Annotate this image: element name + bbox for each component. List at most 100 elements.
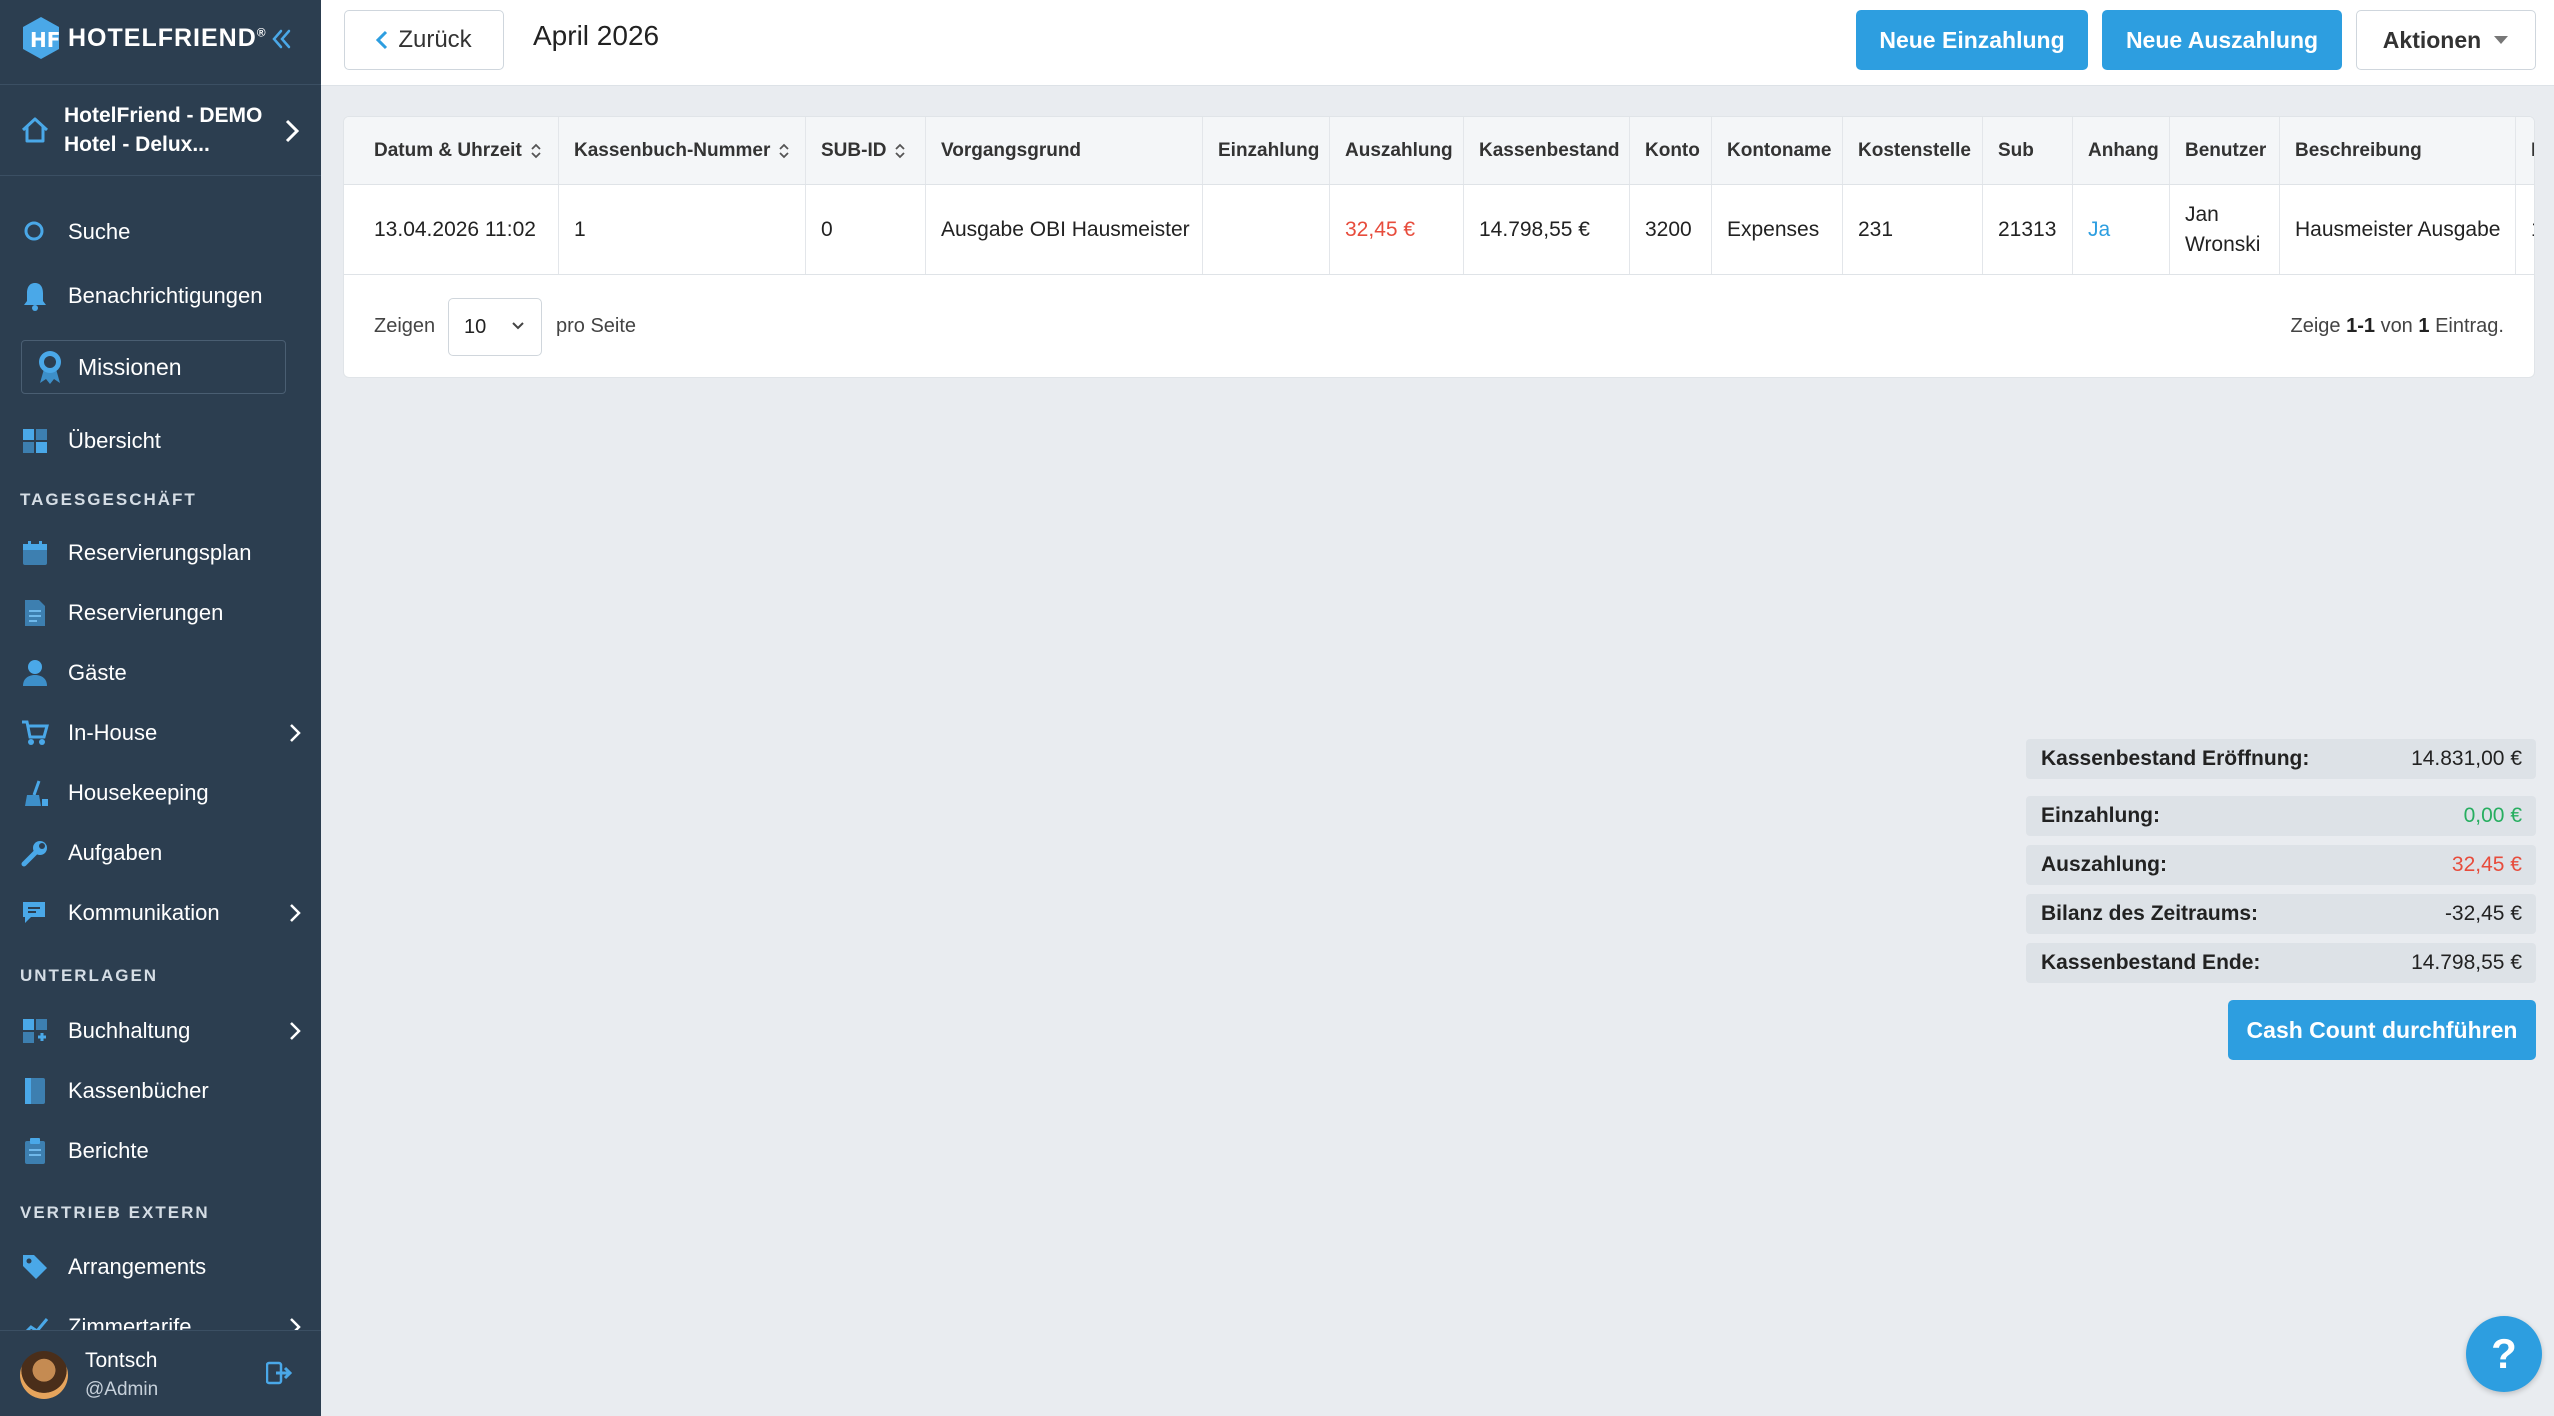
sidebar-item-label: Kommunikation [68,900,220,925]
sidebar-item-label: Reservierungen [68,600,224,625]
sidebar-item-tasks[interactable]: Aufgaben [0,828,321,878]
sidebar-item-search[interactable]: Suche [0,207,321,257]
pager-info-total: 1 [2418,315,2430,337]
sidebar-item-communication[interactable]: Kommunikation [0,888,321,938]
column-header-payout: Auszahlung [1330,117,1464,184]
document-icon [20,598,50,628]
cell-cashbook-number: 1 [559,185,806,274]
column-header-user: Benutzer [2170,117,2280,184]
wrench-icon [20,838,50,868]
sidebar-item-label: Suche [68,219,131,244]
back-label: Zurück [398,26,472,53]
book-icon [20,1076,50,1106]
hotel-icon [20,115,50,145]
page-size-select[interactable]: 10 [448,298,542,356]
cart-icon [20,718,50,748]
summary-label: Einzahlung: [2041,804,2160,827]
sidebar-item-reservations[interactable]: Reservierungen [0,588,321,638]
sidebar-item-label: Aufgaben [68,840,163,865]
actions-dropdown[interactable]: Aktionen [2356,10,2536,70]
sidebar-item-reservation-plan[interactable]: Reservierungsplan [0,528,321,578]
summary-period-balance: Bilanz des Zeitraums: -32,45 € [2026,894,2536,934]
pager-info-suffix: Eintrag. [2435,315,2504,337]
brand-name: HOTELFRIEND® [68,23,267,52]
cell-description: Hausmeister Ausgabe [2280,185,2516,274]
new-deposit-button[interactable]: Neue Einzahlung [1856,10,2088,70]
cell-user: Jan Wronski [2170,185,2280,274]
sidebar-item-housekeeping[interactable]: Housekeeping [0,768,321,818]
summary-opening-balance: Kassenbestand Eröffnung: 14.831,00 € [2026,739,2536,779]
summary-payout: Auszahlung: 32,45 € [2026,845,2536,885]
summary-value: 14.831,00 € [2411,747,2522,770]
sidebar-item-inhouse[interactable]: In-House [0,708,321,758]
sidebar-item-cashbooks[interactable]: Kassenbücher [0,1066,321,1116]
column-header-attachment: Anhang [2073,117,2170,184]
help-button[interactable]: ? [2466,1316,2542,1392]
missions-label: Missionen [78,353,182,380]
user-panel: Tontsch @Admin [0,1330,321,1416]
sidebar-item-notifications[interactable]: Benachrichtigungen [0,271,321,321]
collapse-sidebar-icon[interactable] [268,26,294,52]
sidebar-item-guests[interactable]: Gäste [0,648,321,698]
back-button[interactable]: Zurück [344,10,504,70]
sidebar-item-label: Reservierungsplan [68,540,252,565]
svg-text:HF: HF [30,28,60,52]
summary-value: 14.798,55 € [2411,951,2522,974]
cell-deposit [1203,185,1330,274]
column-header-reason: Vorgangsgrund [926,117,1203,184]
section-label-daily: TAGESGESCHÄFT [20,490,197,509]
chevron-right-icon [289,1021,301,1047]
missions-button[interactable]: Missionen [21,340,286,394]
sidebar-item-arrangements[interactable]: Arrangements [0,1242,321,1292]
column-header-cost-center: Kostenstelle [1843,117,1983,184]
sidebar-item-accounting[interactable]: Buchhaltung [0,1006,321,1056]
hotel-switcher[interactable]: HotelFriend - DEMO Hotel - Delux... [0,84,321,176]
column-header-deposit: Einzahlung [1203,117,1330,184]
sidebar-item-label: Gäste [68,660,127,685]
clipboard-icon [20,1136,50,1166]
column-header-datetime[interactable]: Datum & Uhrzeit [344,117,559,184]
pager-per-page-label: pro Seite [556,315,637,337]
column-header-cashbook-number[interactable]: Kassenbuch-Nummer [559,117,806,184]
cash-count-button[interactable]: Cash Count durchführen [2228,1000,2536,1060]
brand[interactable]: HF HOTELFRIEND® [20,14,300,62]
award-ribbon-icon [36,349,64,385]
cell-balance: 14.798,55 € [1464,185,1630,274]
tag-icon [20,1252,50,1282]
sidebar-item-label: Kassenbücher [68,1078,209,1103]
summary-value: 32,45 € [2451,853,2522,876]
chevron-right-icon [289,723,301,749]
column-header-sub-id[interactable]: SUB-ID [806,117,926,184]
logout-icon[interactable] [265,1361,293,1390]
sort-icon [778,142,790,160]
cell-account-name: Expenses [1712,185,1843,274]
new-payout-button[interactable]: Neue Auszahlung [2102,10,2342,70]
summary-value: 0,00 € [2463,804,2522,827]
sidebar-item-reports[interactable]: Berichte [0,1126,321,1176]
table-row[interactable]: 13.04.2026 11:02 1 0 Ausgabe OBI Hausmei… [344,185,2534,275]
search-icon [20,217,50,247]
dashboard-icon [20,426,50,456]
pager-show-label: Zeigen [374,315,436,337]
broom-icon [20,778,50,808]
summary-label: Kassenbestand Ende: [2041,951,2261,974]
sidebar-item-overview[interactable]: Übersicht [0,416,321,466]
sidebar: HF HOTELFRIEND® HotelFriend - DEMO Hotel… [0,0,321,1416]
cell-reason: Ausgabe OBI Hausmeister [926,185,1203,274]
sort-icon [894,142,906,160]
sidebar-item-label: Benachrichtigungen [68,283,263,308]
actions-label: Aktionen [2382,26,2482,53]
column-header-sub: Sub [1983,117,2073,184]
page-title: April 2026 [533,20,660,51]
chat-icon [20,898,50,928]
column-header-description: Beschreibung [2280,117,2516,184]
person-icon [20,658,50,688]
cashbook-entries-card: Datum & Uhrzeit Kassenbuch-Nummer SUB-ID… [343,116,2535,378]
column-header-account: Konto [1630,117,1712,184]
attachment-link[interactable]: Ja [2073,185,2170,274]
user-name: Tontsch [85,1349,158,1372]
avatar[interactable] [20,1351,68,1399]
cell-more: 1 [2516,185,2534,274]
cell-payout: 32,45 € [1330,185,1464,274]
sidebar-item-label: Buchhaltung [68,1018,191,1043]
